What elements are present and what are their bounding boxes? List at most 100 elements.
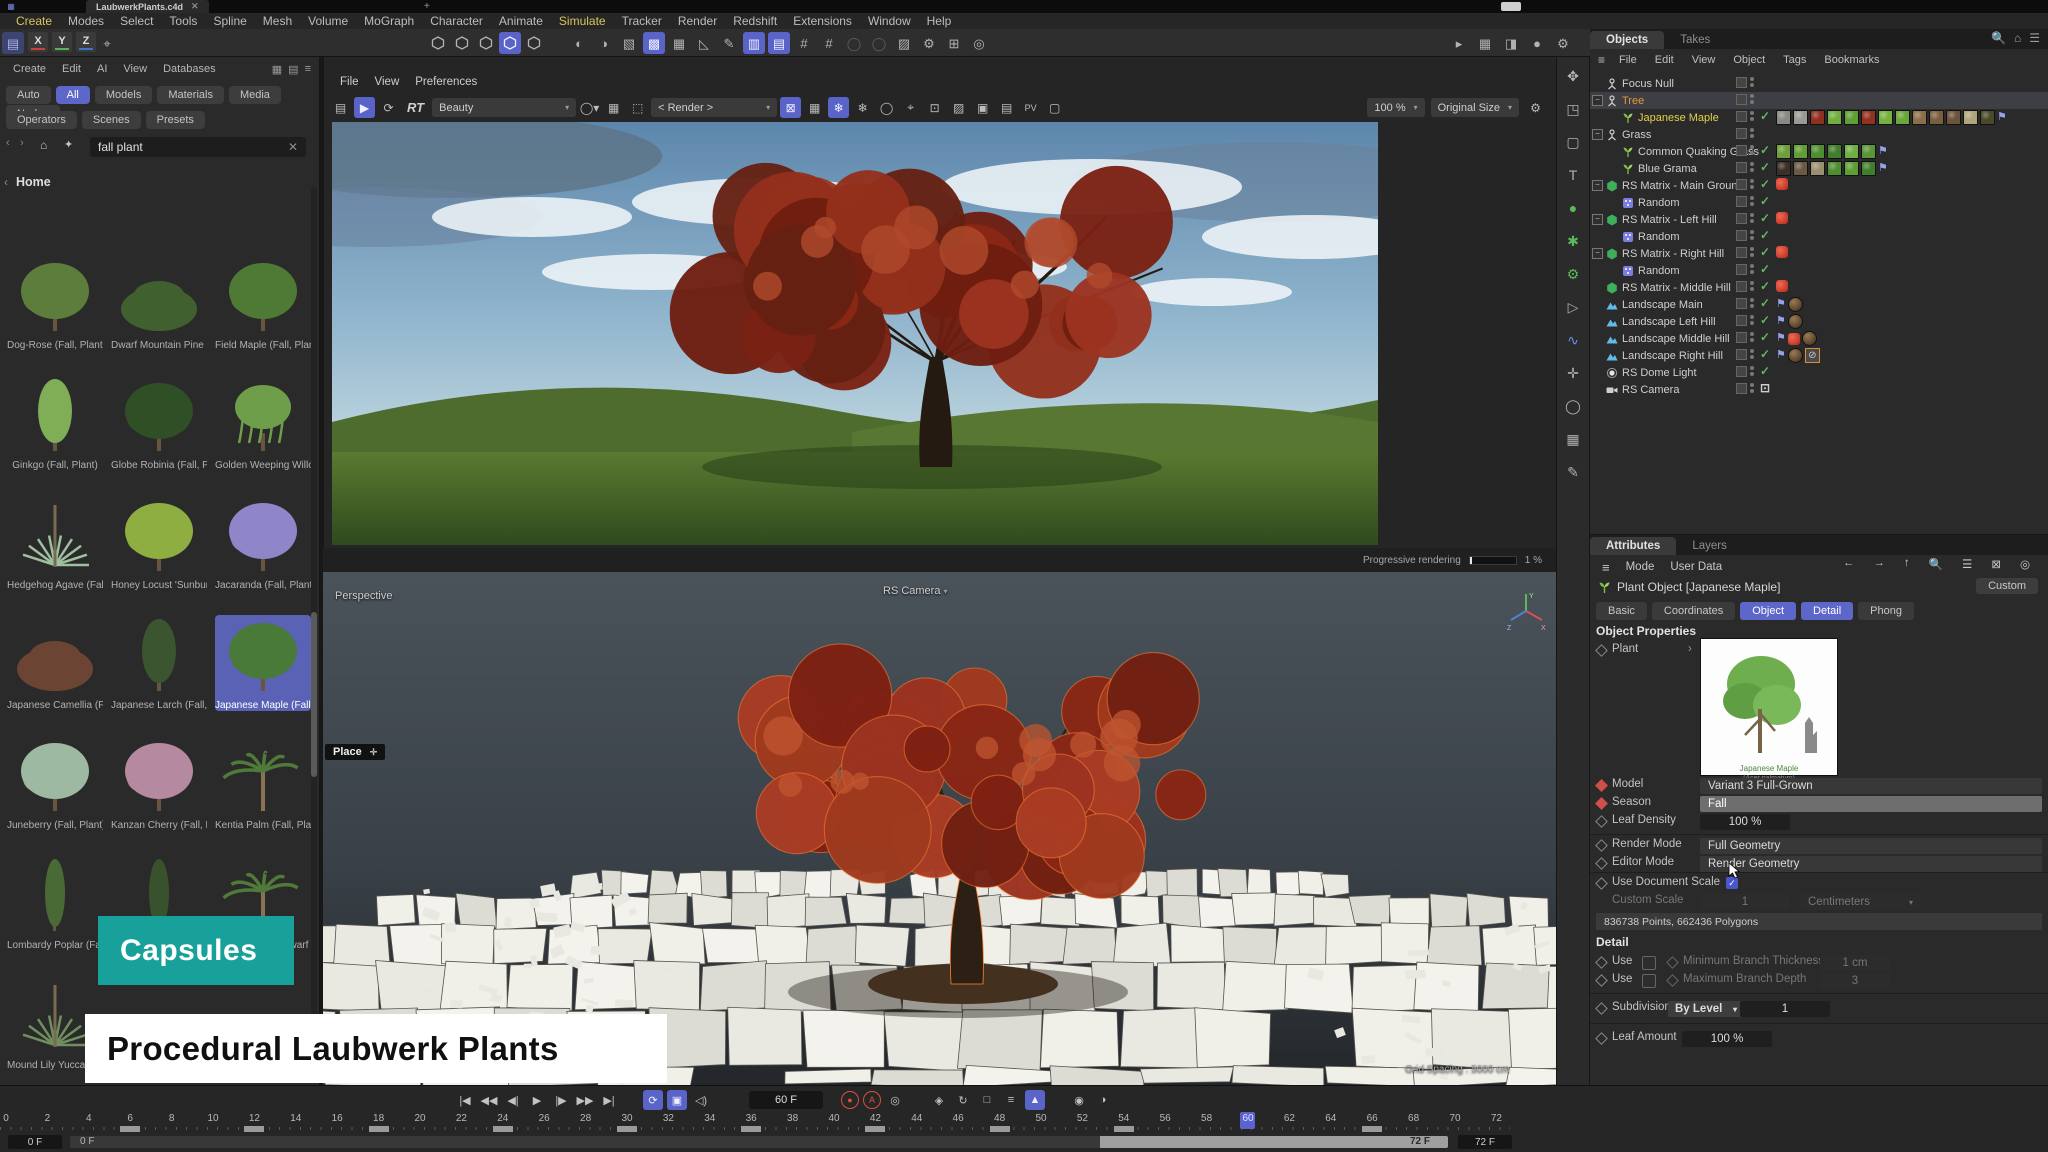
cappuccino-button[interactable]: ◉ (1069, 1090, 1089, 1110)
move-tool-icon[interactable]: ✥ (1562, 65, 1584, 87)
custom-scale-field[interactable]: 1 (1700, 894, 1790, 910)
material-swatch[interactable] (1793, 161, 1808, 176)
menu-help[interactable]: Help (919, 14, 960, 28)
filter-materials[interactable]: Materials (157, 86, 224, 104)
render-dots[interactable] (1750, 179, 1754, 189)
object-tree-row[interactable]: Japanese Maple✓⚑ (1590, 109, 2048, 126)
ghost-doc-button[interactable]: ▣ (667, 1090, 687, 1110)
snap-a-icon[interactable]: ▥ (743, 32, 765, 54)
forward-arrow-icon[interactable]: → (1867, 557, 1891, 571)
image-add-icon[interactable]: ▤ (996, 97, 1017, 118)
custom-button[interactable]: Custom (1976, 578, 2038, 594)
material-swatch[interactable] (1810, 144, 1825, 159)
visibility-toggle[interactable] (1736, 162, 1747, 173)
material-swatch[interactable] (1793, 144, 1808, 159)
tab-takes[interactable]: Takes (1664, 31, 1726, 49)
filter-presets[interactable]: Presets (146, 111, 205, 129)
asset-item[interactable]: Globe Robinia (Fall, Pl... (111, 375, 207, 471)
rgb-channel-icon[interactable]: ◯▾ (579, 97, 600, 118)
menu-animate[interactable]: Animate (491, 14, 551, 28)
axis-lock-x[interactable]: X (28, 32, 48, 52)
om-menu-file[interactable]: File (1611, 54, 1645, 66)
tab-close-icon[interactable]: ✕ (191, 1, 199, 12)
material-swatch[interactable] (1827, 161, 1842, 176)
render-dots[interactable] (1750, 230, 1754, 240)
layout-switch-icon[interactable] (1501, 2, 1521, 11)
asset-item[interactable]: Japanese Larch (Fall, Pl... (111, 615, 207, 711)
material-swatch[interactable] (1861, 110, 1876, 125)
circle-spline-icon[interactable]: ◯ (1562, 395, 1584, 417)
visibility-toggle[interactable] (1736, 315, 1747, 326)
flag-tag-icon[interactable]: ⚑ (1878, 145, 1888, 158)
render-dots[interactable] (1750, 196, 1754, 206)
min-branch-field[interactable]: 1 cm (1820, 955, 1890, 971)
redshift-tag-icon[interactable] (1776, 280, 1788, 292)
rt-toggle[interactable]: RT (402, 100, 429, 115)
enabled-check-icon[interactable]: ✓ (1760, 245, 1770, 259)
expand-icon[interactable]: − (1592, 214, 1603, 225)
poly-pen-3-icon[interactable] (475, 32, 497, 54)
material-ball-icon[interactable] (1802, 331, 1817, 346)
object-tree-row[interactable]: Landscape Middle Hill✓⚑ (1590, 330, 2048, 347)
visibility-toggle[interactable] (1736, 179, 1747, 190)
model-dropdown[interactable]: Variant 3 Full-Grown (1700, 778, 2042, 794)
material-ball-icon[interactable] (1788, 297, 1803, 312)
render-dots[interactable] (1750, 162, 1754, 172)
custom-scale-unit-dropdown[interactable]: Centimeters▾ (1800, 894, 1921, 910)
material-swatch[interactable] (1827, 144, 1842, 159)
material-swatch[interactable] (1827, 110, 1842, 125)
coordinate-system-icon[interactable]: ⌖ (96, 32, 118, 54)
keyframe-marker[interactable] (244, 1126, 264, 1132)
object-tree-row[interactable]: Random✓ (1590, 228, 2048, 245)
visibility-toggle[interactable] (1736, 77, 1747, 88)
object-tree-row[interactable]: Landscape Main✓⚑ (1590, 296, 2048, 313)
menu-modes[interactable]: Modes (60, 14, 112, 28)
autokey-ring-button[interactable]: ◑ (1093, 1090, 1113, 1110)
object-tree-row[interactable]: −Tree (1590, 92, 2048, 109)
render-dots[interactable] (1750, 332, 1754, 342)
search-icon[interactable]: 🔍 (1923, 557, 1949, 571)
attr-tab-detail[interactable]: Detail (1801, 602, 1853, 620)
menu-tools[interactable]: Tools (161, 14, 205, 28)
ab-menu-ai[interactable]: AI (90, 61, 114, 77)
keyframe-marker[interactable] (1114, 1126, 1134, 1132)
focus-badge-icon[interactable]: ⊡ (1760, 381, 1770, 395)
rv-menu-preferences[interactable]: Preferences (409, 76, 483, 88)
enabled-check-icon[interactable]: ✓ (1760, 160, 1770, 174)
favorite-icon[interactable]: ✦ (64, 138, 73, 151)
render-dots[interactable] (1750, 213, 1754, 223)
keyframe-marker[interactable] (990, 1126, 1010, 1132)
redshift-tag-icon[interactable] (1776, 178, 1788, 190)
flag-tag-icon[interactable]: ⚑ (1997, 111, 2007, 124)
keyframe-marker[interactable] (369, 1126, 389, 1132)
enabled-check-icon[interactable]: ✓ (1760, 313, 1770, 327)
settings-gear-icon[interactable]: ⚙ (1552, 32, 1574, 54)
use-min-branch-checkbox[interactable] (1642, 956, 1656, 970)
generator-gear-icon[interactable]: ⚙ (1562, 263, 1584, 285)
material-swatch[interactable] (1912, 110, 1927, 125)
viewport-camera-label[interactable]: RS Camera ▾ (883, 585, 948, 597)
attr-tab-coordinates[interactable]: Coordinates (1652, 602, 1735, 620)
visibility-toggle[interactable] (1736, 94, 1747, 105)
enabled-check-icon[interactable]: ✓ (1760, 143, 1770, 157)
asset-item[interactable]: Kanzan Cherry (Fall, Pl... (111, 735, 207, 831)
render-dots[interactable] (1750, 349, 1754, 359)
subdivision-mode-dropdown[interactable]: By Level▾ (1668, 1001, 1744, 1017)
key-scale-button[interactable]: □ (977, 1090, 997, 1110)
object-tree-row[interactable]: Random✓ (1590, 194, 2048, 211)
hamburger-icon[interactable]: ≡ (1594, 53, 1609, 67)
cube-mode-c-icon[interactable]: ▦ (668, 32, 690, 54)
frame-icon[interactable]: ◳ (1562, 98, 1584, 120)
search-input[interactable]: fall plant ✕ (90, 137, 306, 157)
render-settings-icon[interactable]: ▦ (1474, 32, 1496, 54)
render-mode-dropdown[interactable]: Full Geometry (1700, 838, 2042, 854)
blocked-icon[interactable]: ⊘ (1805, 348, 1820, 363)
enabled-check-icon[interactable]: ✓ (1760, 211, 1770, 225)
material-swatch[interactable] (1929, 110, 1944, 125)
menu-volume[interactable]: Volume (300, 14, 356, 28)
filter-scenes[interactable]: Scenes (82, 111, 141, 129)
next-key-button[interactable]: ▶▶ (575, 1090, 595, 1110)
sound-button[interactable]: ◁) (691, 1090, 711, 1110)
render-dots[interactable] (1750, 264, 1754, 274)
asset-item[interactable]: Lombardy Poplar (Fall... (7, 855, 103, 951)
